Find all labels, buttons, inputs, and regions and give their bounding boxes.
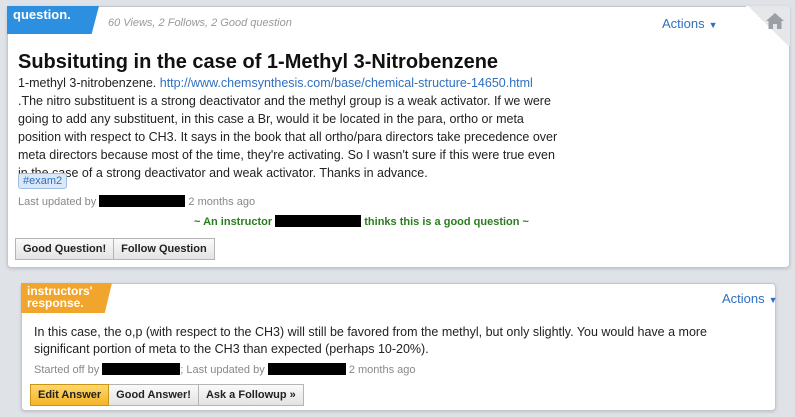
response-tag: instructors' response.	[21, 283, 112, 313]
ask-followup-button[interactable]: Ask a Followup »	[198, 384, 304, 406]
question-body-end: .The nitro substituent is a strong deact…	[18, 94, 558, 180]
last-updated-label: Last updated by	[18, 196, 97, 208]
redacted-instructor-name	[275, 215, 362, 227]
response-body: In this case, the o,p (with respect to t…	[34, 325, 708, 356]
response-actions-label: Actions	[722, 291, 765, 306]
last-updated-time: 2 months ago	[188, 196, 256, 208]
question-title: Subsituting in the case of 1-Methyl 3-Ni…	[18, 51, 499, 73]
question-actions-label: Actions	[662, 16, 705, 31]
started-off-label: Started off by	[34, 364, 100, 376]
good-answer-button[interactable]: Good Answer!	[109, 384, 199, 406]
response-tag-line2: response.	[27, 296, 84, 310]
good-question-button[interactable]: Good Question!	[15, 238, 115, 260]
question-button-group: Good Question! Follow Question	[15, 238, 215, 260]
question-card: question. 60 Views, 2 Follows, 2 Good qu…	[7, 6, 790, 268]
question-actions-menu[interactable]: Actions ▼	[662, 16, 718, 31]
home-icon[interactable]	[764, 10, 786, 32]
redacted-starter-name	[102, 363, 181, 375]
redacted-updater-name	[267, 363, 346, 375]
page-corner	[746, 6, 790, 46]
response-button-group: Edit Answer Good Answer! Ask a Followup …	[30, 384, 304, 406]
question-tag-label: question.	[13, 7, 71, 22]
redacted-name	[99, 195, 186, 207]
question-tag: question.	[7, 6, 99, 34]
instructor-endorsement: ~ An instructor thinks this is a good qu…	[194, 215, 529, 228]
edit-answer-button[interactable]: Edit Answer	[30, 384, 110, 406]
follow-question-button[interactable]: Follow Question	[114, 238, 215, 260]
caret-down-icon: ▼	[768, 295, 778, 305]
question-body-start: 1-methyl 3-nitrobenzene.	[18, 76, 160, 90]
endorsement-suffix: thinks this is a good question ~	[364, 216, 529, 228]
question-body: 1-methyl 3-nitrobenzene. http://www.chem…	[18, 74, 558, 182]
question-last-updated: Last updated by 2 months ago	[18, 195, 255, 208]
question-link[interactable]: http://www.chemsynthesis.com/base/chemic…	[160, 76, 533, 90]
response-actions-menu[interactable]: Actions ▼	[722, 291, 778, 306]
response-last-updated-label: ; Last updated by	[180, 364, 265, 376]
question-stats: 60 Views, 2 Follows, 2 Good question	[108, 17, 292, 29]
instructor-response-card: instructors' response. Actions ▼ In this …	[21, 283, 778, 411]
endorsement-prefix: ~ An instructor	[194, 216, 273, 228]
response-last-updated-time: 2 months ago	[348, 364, 416, 376]
caret-down-icon: ▼	[708, 20, 718, 30]
response-meta: Started off by ; Last updated by 2 month…	[34, 363, 415, 376]
tag-chip-exam2[interactable]: #exam2	[18, 173, 68, 189]
